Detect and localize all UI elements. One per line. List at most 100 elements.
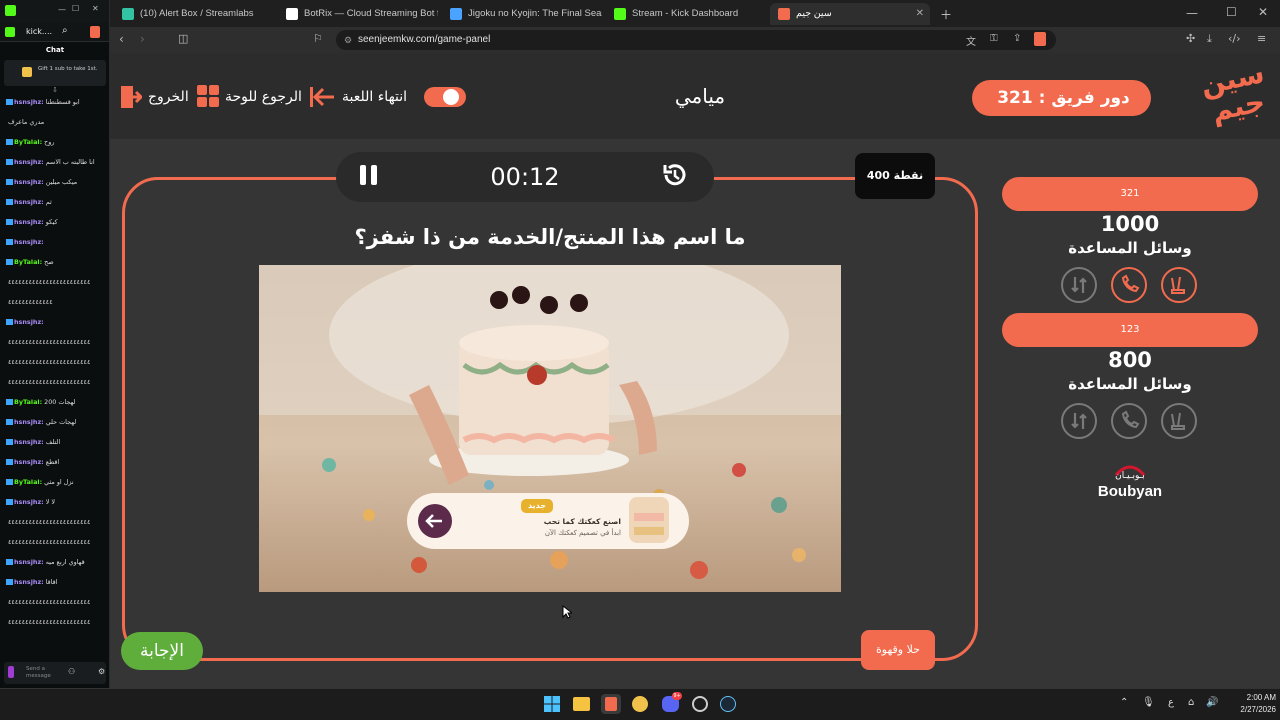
chat-text: قهاوي اربع ميه xyxy=(45,558,85,566)
chat-message: hsnsjhz: كيكو xyxy=(6,218,106,226)
call-aid-icon[interactable] xyxy=(1111,403,1147,439)
brave-shields-icon[interactable] xyxy=(1034,32,1046,46)
chat-text: انا طالبته ب الاسم xyxy=(45,158,95,166)
start-icon[interactable] xyxy=(544,696,560,712)
brave-icon[interactable] xyxy=(90,26,100,38)
chat-username[interactable]: hsnsjhz: xyxy=(14,438,44,446)
end-game-button[interactable]: انتهاء اللعبة xyxy=(342,89,407,105)
browser-tab[interactable]: Stream - Kick Dashboard xyxy=(606,3,766,25)
input-language[interactable]: ع xyxy=(1168,697,1174,708)
devtools-icon[interactable]: ‹/› xyxy=(1228,32,1241,45)
board-grid-icon[interactable] xyxy=(197,85,219,107)
chat-username[interactable]: hsnsjhz: xyxy=(14,458,44,466)
browser-tab[interactable]: (10) Alert Box / Streamlabs xyxy=(114,3,274,25)
end-game-icon[interactable] xyxy=(310,86,336,108)
key-icon[interactable]: ⚿ xyxy=(990,33,998,44)
site-info-icon[interactable]: ⚙ xyxy=(344,30,352,50)
new-tab-icon[interactable]: ＋ xyxy=(940,6,952,23)
back-icon[interactable]: ‹ xyxy=(119,32,124,46)
chat-input[interactable]: Send a message ⚇ ⚙ xyxy=(4,662,106,684)
chat-username[interactable]: hsnsjhz: xyxy=(14,198,44,206)
chat-username[interactable]: hsnsjhz: xyxy=(14,578,44,586)
gift-sub-banner[interactable]: Gift 1 sub to take 1st. xyxy=(4,60,106,86)
chat-username[interactable]: hsnsjhz: xyxy=(14,318,44,326)
team-turn-value: 321 xyxy=(997,88,1033,108)
points-icon[interactable]: ⚇ xyxy=(68,667,75,676)
new-badge: جديد xyxy=(527,501,546,510)
steam-icon[interactable] xyxy=(720,696,736,712)
chat-username[interactable]: hsnsjhz: xyxy=(14,238,44,246)
volume-icon[interactable]: 🔊 xyxy=(1206,697,1218,708)
menu-icon[interactable]: ≡ xyxy=(1257,32,1266,45)
window-minimize-icon[interactable]: — xyxy=(1186,6,1198,20)
search-icon[interactable]: ⌕ xyxy=(62,25,68,36)
toggle-knob xyxy=(443,89,459,105)
swap-aid-icon[interactable] xyxy=(1061,267,1097,303)
kick-titlebar: — ☐ ✕ xyxy=(0,0,109,22)
swap-aid-icon[interactable] xyxy=(1061,403,1097,439)
pause-icon[interactable] xyxy=(359,163,379,187)
kick-favicon-icon xyxy=(5,27,15,37)
chat-username[interactable]: hsnsjhz: xyxy=(14,558,44,566)
forward-icon[interactable]: › xyxy=(140,32,145,46)
exit-icon[interactable] xyxy=(120,85,144,109)
chat-username[interactable]: ByTalal: xyxy=(14,138,42,146)
answer-button[interactable]: الإجابة xyxy=(121,632,203,670)
chat-username[interactable]: ByTalal: xyxy=(14,478,42,486)
downloads-icon[interactable]: ⤓ xyxy=(1207,32,1212,46)
microphone-icon[interactable]: 🎙 xyxy=(1142,697,1155,708)
chat-text: ابو قسطنطنا xyxy=(45,98,80,106)
chat-username[interactable]: hsnsjhz: xyxy=(14,218,44,226)
bookmark-icon[interactable]: ⚐ xyxy=(313,32,323,45)
close-icon[interactable]: ✕ xyxy=(92,4,99,13)
back-to-board-button[interactable]: الرجوع للوحة xyxy=(225,89,302,105)
tab-favicon-icon xyxy=(450,8,462,20)
chat-message: ٤٤٤٤٤٤٤٤٤٤٤٤٤٤٤٤٤٤٤٤٤٤٤٤ xyxy=(6,518,106,526)
tab-label: (10) Alert Box / Streamlabs xyxy=(140,8,254,19)
tray-expand-icon[interactable]: ⌃ xyxy=(1120,697,1128,708)
obs-icon[interactable] xyxy=(692,696,708,712)
chat-app-icon[interactable] xyxy=(632,696,648,712)
chat-username[interactable]: hsnsjhz: xyxy=(14,498,44,506)
window-maximize-icon[interactable]: ☐ xyxy=(1226,5,1237,19)
restart-timer-icon[interactable] xyxy=(661,161,689,189)
chat-username[interactable]: hsnsjhz: xyxy=(14,418,44,426)
chat-username[interactable]: hsnsjhz: xyxy=(14,178,44,186)
taskbar-clock[interactable]: 2:00 AM 2/27/2026 xyxy=(1226,692,1276,716)
chat-username[interactable]: ByTalal: xyxy=(14,398,42,406)
chat-username[interactable]: hsnsjhz: xyxy=(14,158,44,166)
kick-popout-tab[interactable]: kick.... ⌕ xyxy=(0,22,109,42)
tab-close-icon[interactable]: ✕ xyxy=(916,3,924,25)
address-bar[interactable]: ⚙ seenjeemkw.com/game-panel xyxy=(336,30,1056,50)
window-close-icon[interactable]: ✕ xyxy=(1258,5,1268,19)
extensions-icon[interactable]: ✣ xyxy=(1186,32,1195,45)
game-panel-page: الخروج الرجوع للوحة انتهاء اللعبة ميامي … xyxy=(110,53,1280,688)
chat-username[interactable]: hsnsjhz: xyxy=(14,98,44,106)
exit-button[interactable]: الخروج xyxy=(148,89,189,105)
brave-taskbar-tile[interactable] xyxy=(601,694,621,714)
user-badge-icon xyxy=(6,219,13,225)
tab-label: Jigoku no Kyojin: The Final Season انمي xyxy=(468,8,602,19)
double-aid-icon[interactable] xyxy=(1161,403,1197,439)
chat-text: ٤٤٤٤٤٤٤٤٤٤٤٤٤٤٤٤٤٤٤٤٤٤٤٤ xyxy=(8,378,91,386)
clock-date: 2/27/2026 xyxy=(1240,705,1276,714)
category-button[interactable]: حلا وقهوة xyxy=(861,630,935,670)
network-icon[interactable]: ⌂ xyxy=(1188,697,1194,708)
chat-username[interactable]: ByTalal: xyxy=(14,258,42,266)
browser-tab[interactable]: Jigoku no Kyojin: The Final Season انمي xyxy=(442,3,602,25)
sidebar-icon[interactable]: ◫ xyxy=(178,32,188,45)
settings-icon[interactable]: ⚙ xyxy=(98,667,105,676)
translate-icon[interactable]: 文 xyxy=(966,33,976,48)
scroll-down-icon[interactable]: ⇩ xyxy=(52,86,58,94)
browser-tab[interactable]: سين جيم ✕ xyxy=(770,3,930,25)
chat-message: hsnsjhz: xyxy=(6,238,106,246)
call-aid-icon[interactable] xyxy=(1111,267,1147,303)
maximize-icon[interactable]: ☐ xyxy=(72,4,79,13)
browser-tab[interactable]: BotRix — Cloud Streaming Bot for Tw xyxy=(278,3,438,25)
emote-icon[interactable] xyxy=(8,666,14,678)
double-aid-icon[interactable] xyxy=(1161,267,1197,303)
minimize-icon[interactable]: — xyxy=(58,5,66,14)
file-explorer-icon[interactable] xyxy=(573,697,590,711)
chat-heading: Chat xyxy=(45,46,65,54)
share-icon[interactable]: ⇪ xyxy=(1013,33,1021,44)
